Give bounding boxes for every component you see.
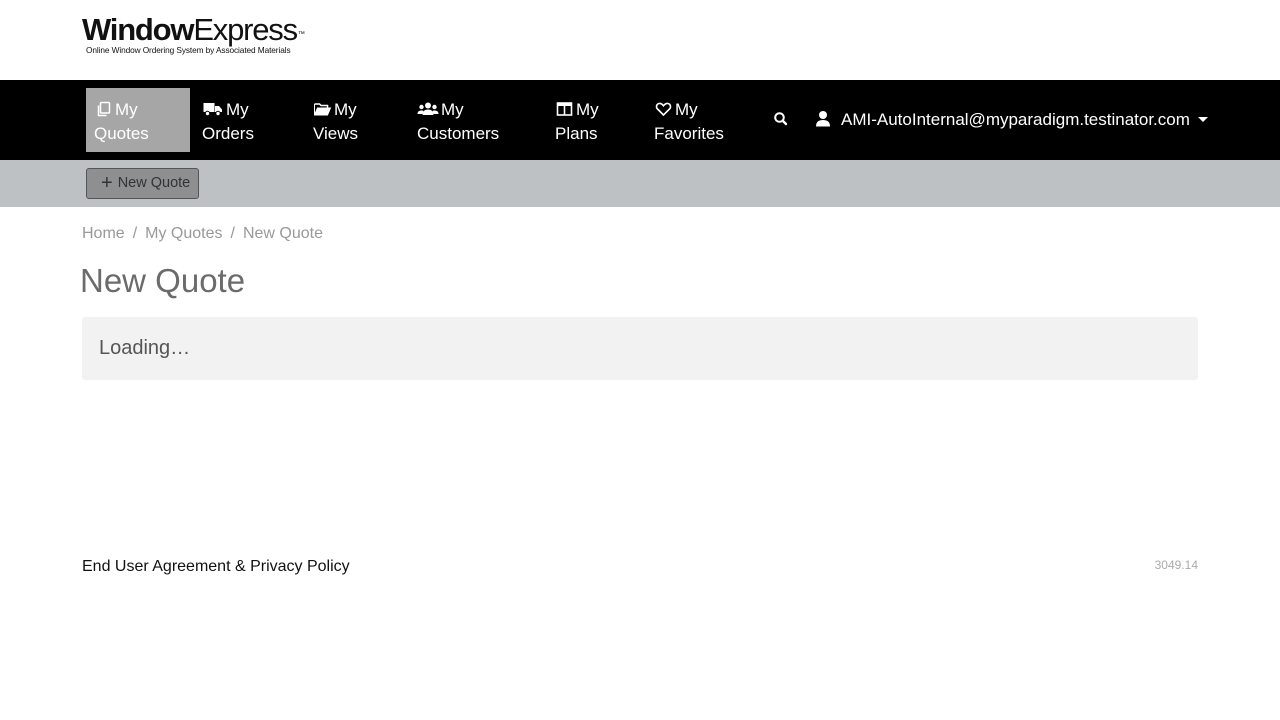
- logo-light-text: Express: [193, 12, 298, 47]
- plus-icon: +: [101, 172, 113, 194]
- version-number: 3049.14: [1154, 558, 1198, 572]
- nav-my-favorites[interactable]: My Favorites: [646, 88, 732, 152]
- loading-panel: Loading…: [82, 317, 1198, 380]
- loading-text: Loading…: [99, 337, 191, 359]
- nav-my-plans-line1: My: [576, 100, 599, 119]
- end-user-agreement-link[interactable]: End User Agreement & Privacy Policy: [82, 558, 350, 576]
- nav-my-plans-line2: Plans: [555, 124, 598, 143]
- nav-my-customers[interactable]: My Customers: [409, 88, 507, 152]
- columns-icon: [555, 101, 574, 117]
- truck-icon: [202, 101, 224, 117]
- breadcrumb-separator: /: [132, 225, 138, 242]
- user-icon: [815, 110, 831, 127]
- nav-my-orders-line1: My: [226, 100, 249, 119]
- nav-my-favorites-line1: My: [675, 100, 698, 119]
- nav-my-customers-line1: My: [441, 100, 464, 119]
- users-icon: [417, 101, 439, 117]
- new-quote-button[interactable]: + New Quote: [86, 168, 199, 199]
- search-button[interactable]: [772, 110, 790, 128]
- user-email: AMI-AutoInternal@myparadigm.testinator.c…: [841, 110, 1190, 129]
- nav-my-views-line1: My: [334, 100, 357, 119]
- header-logo-bar: WindowExpress™ Online Window Ordering Sy…: [0, 0, 1280, 80]
- folder-open-icon: [313, 101, 332, 117]
- nav-my-quotes-line1: My: [115, 100, 138, 119]
- nav-my-customers-line2: Customers: [417, 124, 500, 143]
- nav-my-orders-line2: Orders: [202, 124, 254, 143]
- new-quote-button-label: New Quote: [117, 175, 191, 191]
- user-menu-dropdown[interactable]: AMI-AutoInternal@myparadigm.testinator.c…: [815, 108, 1208, 132]
- action-toolbar: + New Quote: [0, 160, 1280, 207]
- search-icon: [772, 110, 790, 128]
- breadcrumb: Home / My Quotes / New Quote: [82, 225, 323, 243]
- chevron-down-icon: [1197, 117, 1208, 122]
- heart-icon: [654, 101, 673, 117]
- nav-my-favorites-line2: Favorites: [654, 124, 724, 143]
- breadcrumb-home[interactable]: Home: [82, 225, 125, 242]
- page-title: New Quote: [80, 262, 246, 299]
- nav-my-quotes[interactable]: My Quotes: [86, 88, 190, 152]
- nav-my-plans[interactable]: My Plans: [547, 88, 607, 152]
- breadcrumb-current: New Quote: [242, 225, 323, 242]
- nav-my-orders[interactable]: My Orders: [194, 88, 262, 152]
- logo-wordmark: WindowExpress™: [82, 12, 305, 47]
- breadcrumb-my-quotes[interactable]: My Quotes: [145, 225, 222, 242]
- nav-my-views[interactable]: My Views: [305, 88, 366, 152]
- logo-bold-text: Window: [82, 12, 195, 47]
- logo-tagline: Online Window Ordering System by Associa…: [86, 45, 291, 55]
- logo-trademark: ™: [297, 31, 305, 38]
- breadcrumb-separator: /: [230, 225, 235, 242]
- brand-logo[interactable]: WindowExpress™ Online Window Ordering Sy…: [82, 12, 305, 55]
- nav-my-quotes-line2: Quotes: [94, 124, 149, 143]
- main-nav: My Quotes My Orders My Views My Customers My…: [0, 80, 1280, 160]
- copy-icon: [94, 101, 113, 117]
- nav-my-views-line2: Views: [313, 124, 359, 143]
